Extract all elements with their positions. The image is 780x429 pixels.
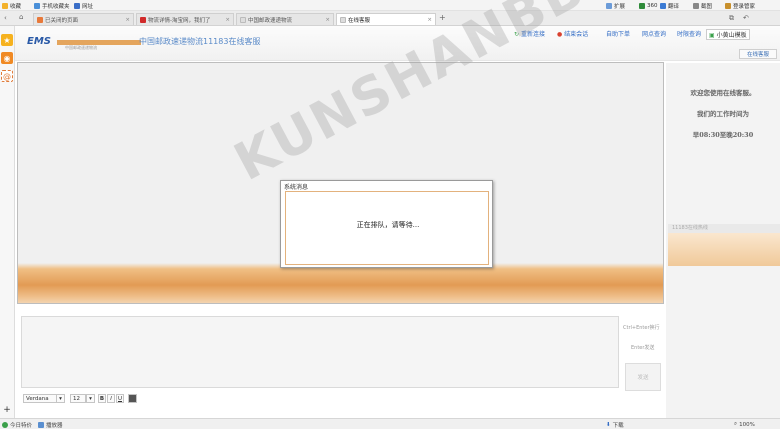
close-icon[interactable]: × (427, 17, 432, 23)
browser-sidebar: ★ ◉ @ + (0, 26, 15, 418)
queue-message: 正在排队，请等待... (356, 221, 420, 229)
globe-icon (74, 2, 80, 9)
star-icon (2, 2, 8, 9)
bookmark-favorites[interactable]: 收藏 (2, 2, 21, 10)
weibo-icon[interactable]: @ (1, 70, 13, 82)
status-bar: 今日特价 播放器 ⬇ 下载 ⌕ 100% (0, 418, 780, 429)
translate-button[interactable]: 翻译 (660, 2, 679, 10)
page-icon (240, 16, 246, 23)
close-icon[interactable]: × (225, 17, 230, 23)
restore-icon[interactable]: ↶ (743, 14, 749, 22)
tab-closed-pages[interactable]: 已关闭的页面 × (33, 13, 134, 25)
zoom-icon: ⌕ (734, 421, 738, 427)
page-title: 中国邮政速递物流11183在线客服 (139, 37, 261, 46)
tab-list-icon[interactable]: ⧉ (729, 14, 734, 23)
stop-icon: ● (557, 31, 563, 38)
dialog-body: 正在排队，请等待... (285, 191, 489, 265)
favorites-star-icon[interactable]: ★ (1, 34, 13, 46)
download-item[interactable]: ⬇ 下载 (606, 421, 624, 429)
font-size-select[interactable]: 12 (70, 394, 86, 403)
underline-button[interactable]: U (116, 394, 124, 403)
player-item[interactable]: 播放器 (38, 421, 63, 429)
bold-button[interactable]: B (98, 394, 106, 403)
chevron-down-icon[interactable]: ▾ (56, 394, 65, 403)
system-message-dialog: 系统消息 正在排队，请等待... (280, 180, 493, 268)
zoom-item[interactable]: ⌕ 100% (734, 421, 755, 428)
tab-ems[interactable]: 中国邮政速递物流 × (236, 13, 334, 25)
hours-label: 我们的工作时间为 (697, 110, 749, 118)
add-sidebar-icon[interactable]: + (1, 404, 13, 416)
ctrl-enter-hint: Ctrl+Enter换行 (623, 325, 660, 331)
chevron-down-icon[interactable]: ▾ (86, 394, 95, 403)
close-icon[interactable]: × (325, 17, 330, 23)
deals-item[interactable]: 今日特价 (2, 421, 32, 429)
send-button[interactable]: 发送 (625, 363, 661, 391)
scissors-icon (693, 2, 699, 9)
nav-branch-query[interactable]: 网点查询 (642, 29, 666, 38)
history-icon (37, 16, 43, 23)
bookmark-sites[interactable]: 网址 (74, 2, 93, 10)
login-manager-button[interactable]: 登录管家 (725, 2, 755, 10)
nav-self-order[interactable]: 自助下单 (606, 29, 630, 38)
tab-taobao[interactable]: 物流详情-淘宝网，我们了 × (136, 13, 234, 25)
back-icon[interactable]: ‹ (4, 14, 7, 22)
eye-icon[interactable]: ◉ (1, 52, 13, 64)
phone-icon (34, 2, 40, 9)
tab-online-service[interactable]: 在线客服 × (336, 13, 436, 25)
tab-bar: ‹ ⌂ 已关闭的页面 × 物流详情-淘宝网，我们了 × 中国邮政速递物流 × 在… (0, 11, 780, 26)
nav-end-session[interactable]: ● 结束会话 (557, 29, 588, 38)
bookmark-mobile[interactable]: 手机收藏夹 (34, 2, 70, 10)
italic-button[interactable]: I (107, 394, 115, 403)
shield-icon (639, 2, 645, 9)
close-icon[interactable]: × (125, 17, 130, 23)
download-icon: ⬇ (606, 422, 611, 428)
hours-value: 早08:30至晚20:30 (692, 131, 754, 139)
security-button[interactable]: 360 (639, 2, 658, 9)
ems-logo: EMS 中国邮政速递物流 (25, 34, 141, 52)
bookmarks-bar: 收藏 手机收藏夹 网址 扩展 360 翻译 截图 登录管家 (0, 0, 780, 11)
message-input[interactable] (21, 316, 619, 388)
play-icon (38, 422, 44, 428)
home-icon[interactable]: ⌂ (19, 13, 23, 21)
color-picker-icon[interactable] (128, 394, 137, 403)
hotline-header: 11183在线热线 (668, 224, 780, 233)
template-icon: ▣ (709, 32, 715, 39)
screenshot-button[interactable]: 截图 (693, 2, 712, 10)
enter-hint: Enter发送 (631, 345, 655, 351)
dialog-title: 系统消息 (284, 184, 309, 191)
taobao-icon (140, 16, 146, 23)
page-icon (340, 16, 346, 23)
online-service-button[interactable]: 在线客服 (739, 49, 777, 59)
nav-time-query[interactable]: 时限查询 (677, 29, 701, 38)
deal-icon (2, 422, 8, 428)
key-icon (725, 2, 731, 9)
nav-template[interactable]: ▣ 小黄山模板 (706, 29, 750, 40)
welcome-text: 欢迎您使用在线客服。 (690, 89, 756, 97)
translate-icon (660, 2, 666, 9)
info-panel: 欢迎您使用在线客服。 我们的工作时间为 早08:30至晚20:30 11183在… (666, 63, 780, 418)
new-tab-icon[interactable]: + (439, 13, 446, 22)
hotline-box (668, 233, 780, 266)
